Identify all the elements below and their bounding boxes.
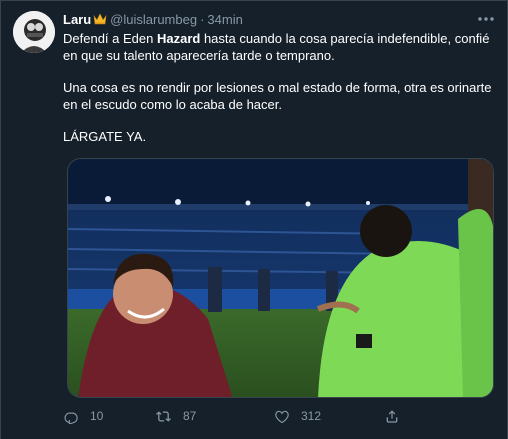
- user-handle[interactable]: @luislarumbeg: [110, 12, 197, 27]
- crown-icon: [93, 13, 107, 25]
- heart-icon: [275, 410, 289, 423]
- tweet-paragraph-1: Defendí a Eden Hazard hasta cuando la co…: [63, 31, 501, 64]
- like-count: 312: [301, 409, 322, 423]
- avatar[interactable]: [13, 11, 55, 53]
- retweet-button[interactable]: 87: [155, 409, 274, 424]
- separator: ·: [200, 11, 205, 27]
- reply-icon: [64, 412, 78, 424]
- reply-count: 10: [90, 409, 104, 423]
- reply-button[interactable]: 10: [63, 409, 155, 424]
- tweet-paragraph-3: LÁRGATE YA.: [63, 129, 147, 144]
- tweet-header: Laru @luislarumbeg · 34min: [63, 10, 467, 28]
- retweet-count: 87: [183, 409, 197, 423]
- tweet-text: Defendí a Eden Hazard hasta cuando la co…: [63, 31, 501, 162]
- share-icon: [386, 410, 398, 423]
- display-name[interactable]: Laru: [63, 12, 91, 27]
- retweet-icon: [156, 410, 171, 422]
- hashtag-bold-word: Hazard: [156, 31, 201, 46]
- tweet-paragraph-2: Una cosa es no rendir por lesiones o mal…: [63, 80, 492, 112]
- tweet-video-thumbnail[interactable]: [67, 158, 494, 398]
- timestamp[interactable]: 34min: [207, 12, 242, 27]
- like-button[interactable]: 312: [274, 409, 384, 424]
- share-button[interactable]: [384, 408, 411, 424]
- more-options-icon[interactable]: [475, 9, 497, 29]
- text-segment: Defendí a Eden: [63, 31, 157, 46]
- tweet-card[interactable]: Laru @luislarumbeg · 34min Defendí a Ede…: [0, 0, 508, 439]
- tweet-actions: 10 87 312: [63, 404, 483, 428]
